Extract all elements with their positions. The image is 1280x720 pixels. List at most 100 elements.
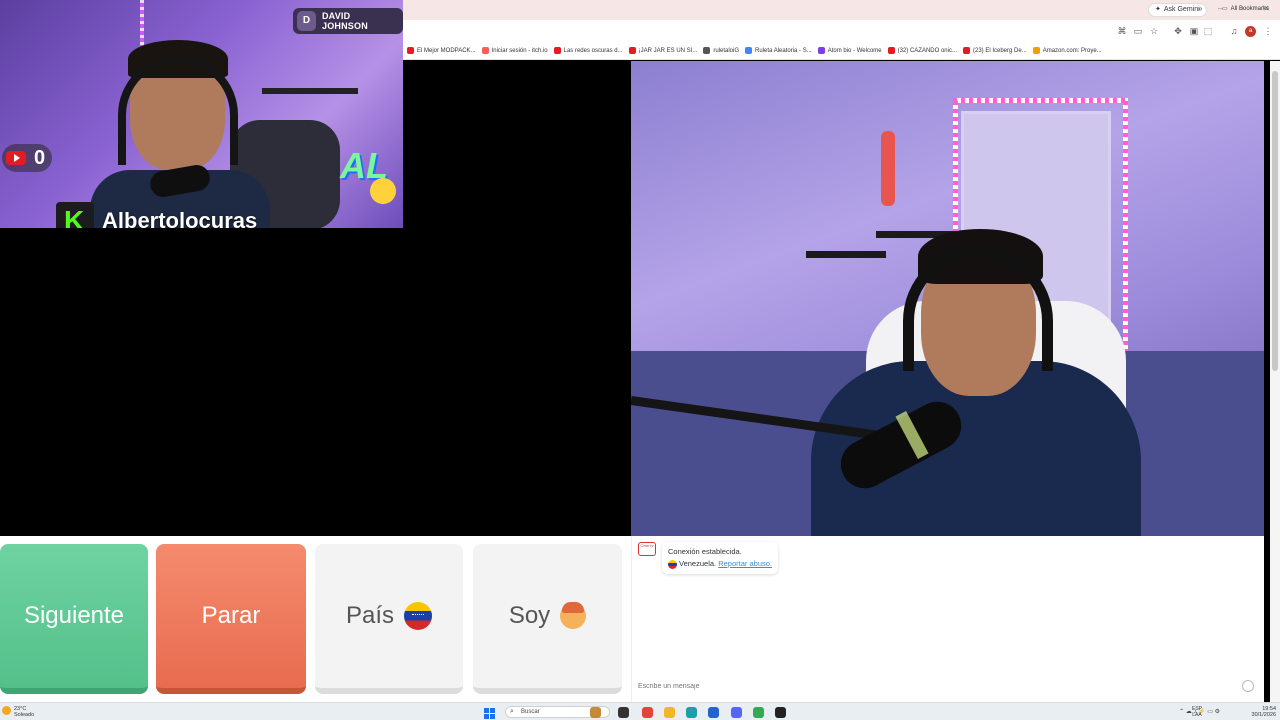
bookmark-favicon-icon	[962, 47, 970, 54]
next-label: Siguiente	[23, 602, 125, 629]
language-indicator[interactable]: ESP LAA	[1192, 706, 1202, 718]
browser-toolbar: ⌘ ▭ ☆ ✥ ▣ ⬚ ♫ ⋮	[403, 20, 1280, 42]
page-scrollbar[interactable]	[1270, 61, 1280, 702]
profile-avatar[interactable]: a	[1245, 26, 1256, 37]
bookmark-favicon-icon	[745, 47, 753, 54]
viewer-name: DAVID JOHNSON	[321, 11, 368, 31]
taskbar-app-icon[interactable]	[590, 707, 601, 718]
bookmark-favicon-icon	[703, 47, 711, 54]
bookmark-label: (32) CAZANDO onic...	[897, 47, 957, 54]
partner-country-line: Venezuela. Reportar abuso.	[668, 558, 772, 570]
bookmarks-overflow-icon[interactable]: »	[1198, 4, 1202, 13]
youtube-counter: 0	[2, 144, 52, 172]
bookmark-favicon-icon	[407, 47, 414, 54]
lang-line2: LAA	[1192, 712, 1202, 718]
weather-text: Soleado	[14, 712, 35, 718]
bookmark-favicon-icon	[628, 47, 636, 54]
store-icon[interactable]	[708, 707, 719, 718]
task-view-icon[interactable]	[618, 707, 629, 718]
bookmark-label: (23) El Iceberg De...	[972, 47, 1027, 54]
clock-date: 30/1/2026	[1251, 712, 1276, 718]
stop-button[interactable]: Parar	[156, 544, 306, 694]
download-icon[interactable]: ⬚	[1203, 26, 1213, 36]
soy-label: Soy	[508, 602, 551, 629]
gender-button[interactable]: Soy	[473, 544, 622, 694]
screen: D DAVID JOHNSON 0 AL K Albertolocuras ✦ …	[0, 0, 1280, 720]
bookmark-label: Las redes oscuras d...	[563, 47, 623, 54]
all-bookmarks-label: All Bookmarks	[1230, 5, 1270, 12]
bookmark-favicon-icon	[553, 47, 561, 54]
partner-country: Venezuela.	[679, 559, 717, 568]
bookmark-favicon-icon	[887, 47, 895, 54]
boy-emoji-icon	[560, 602, 587, 629]
screen-share-icon[interactable]: ▭	[1133, 26, 1143, 36]
search-label: Buscar	[521, 709, 540, 715]
translate-icon[interactable]: ⌘	[1117, 26, 1127, 36]
next-button[interactable]: Siguiente	[0, 544, 148, 694]
obs-icon[interactable]	[775, 707, 786, 718]
edge-icon[interactable]	[686, 707, 697, 718]
chat-controls: Siguiente Parar País Soy	[0, 536, 631, 702]
streamer-webcam: D DAVID JOHNSON 0 AL	[0, 0, 403, 228]
folder-icon: ▭	[1222, 6, 1228, 12]
bookmark-label: Ruleta Aleatoria - S...	[755, 47, 812, 54]
country-button[interactable]: País	[315, 544, 463, 694]
gemini-sparkle-icon: ✦	[1155, 6, 1161, 13]
all-bookmarks-button[interactable]: ▭ All Bookmarks	[1222, 5, 1270, 13]
bookmark-item[interactable]: (23) El Iceberg De...	[962, 47, 1027, 54]
stop-label: Parar	[201, 602, 261, 629]
clock[interactable]: 19:54 30/1/2026	[1252, 706, 1276, 718]
bookmark-label: Atom bio - Welcome	[827, 47, 882, 54]
search-icon: ⌕	[510, 708, 514, 715]
bookmark-item[interactable]: Atom bio - Welcome	[817, 47, 882, 54]
ask-gemini-label: Ask Gemini	[1163, 6, 1200, 13]
report-abuse-link[interactable]: Reportar abuso.	[718, 559, 772, 568]
remote-video	[631, 61, 1264, 536]
bookmark-item[interactable]: Ruleta Aleatoria - S...	[745, 47, 812, 54]
cast-icon[interactable]: ▣	[1189, 26, 1199, 36]
message-input[interactable]	[636, 678, 1261, 694]
taskbar-app-icon[interactable]	[642, 707, 653, 718]
youtube-icon	[6, 151, 26, 165]
browser-titlebar: ✦ Ask Gemini – ▫ ✕	[403, 0, 1280, 20]
ometv-logo-icon: Ome tv	[638, 542, 656, 556]
scrollbar-thumb[interactable]	[1272, 71, 1278, 371]
bookmark-label: Amazon.com: Proye...	[1042, 47, 1102, 54]
chat-panel: Ome tv Conexión establecida. Venezuela. …	[631, 536, 1264, 702]
bookmark-item[interactable]: Iniciar sesión - itch.io	[481, 47, 548, 54]
shelf-left	[806, 251, 886, 258]
menu-icon[interactable]: ⋮	[1263, 26, 1273, 36]
windows-start-icon[interactable]	[484, 708, 495, 719]
bookmark-item[interactable]: El Mejor MODPACK...	[407, 47, 476, 54]
extension-icon[interactable]: ✥	[1173, 26, 1183, 36]
bookmark-item[interactable]: (32) CAZANDO onic...	[887, 47, 957, 54]
sun-icon	[2, 706, 11, 715]
bookmark-label: ruletaloiG	[713, 47, 740, 54]
chrome-icon[interactable]	[753, 707, 764, 718]
media-icon[interactable]: ♫	[1229, 26, 1239, 36]
bookmark-item[interactable]: Las redes oscuras d...	[553, 47, 623, 54]
bookmark-label: Iniciar sesión - itch.io	[491, 47, 548, 54]
bookmark-favicon-icon	[1032, 47, 1040, 54]
bookmark-item[interactable]: ¡JAR JAR ES UN SI...	[628, 47, 697, 54]
emoji-icon[interactable]	[1242, 680, 1254, 692]
viewer-initial: D	[297, 11, 316, 31]
bookmark-star-icon[interactable]: ☆	[1149, 26, 1159, 36]
system-message: Conexión establecida. Venezuela. Reporta…	[662, 542, 779, 574]
discord-icon[interactable]	[731, 707, 742, 718]
bookmark-favicon-icon	[817, 47, 825, 54]
connection-status: Conexión establecida.	[668, 547, 742, 556]
country-label: País	[345, 602, 395, 629]
bookmark-favicon-icon	[481, 47, 489, 54]
local-video-blank	[403, 61, 631, 228]
local-video-area	[0, 228, 631, 536]
bookmark-item[interactable]: Amazon.com: Proye...	[1032, 47, 1102, 54]
weather-widget[interactable]: 23°C Soleado	[2, 706, 34, 718]
file-explorer-icon[interactable]	[664, 707, 675, 718]
venezuela-flag-icon	[404, 602, 433, 630]
shelf	[262, 88, 358, 94]
bookmark-item[interactable]: ruletaloiG	[703, 47, 739, 54]
bookmarks-bar: El Mejor MODPACK... Iniciar sesión - itch…	[403, 42, 1280, 60]
guitar-decoration	[881, 131, 895, 206]
venezuela-flag-icon	[668, 559, 677, 569]
